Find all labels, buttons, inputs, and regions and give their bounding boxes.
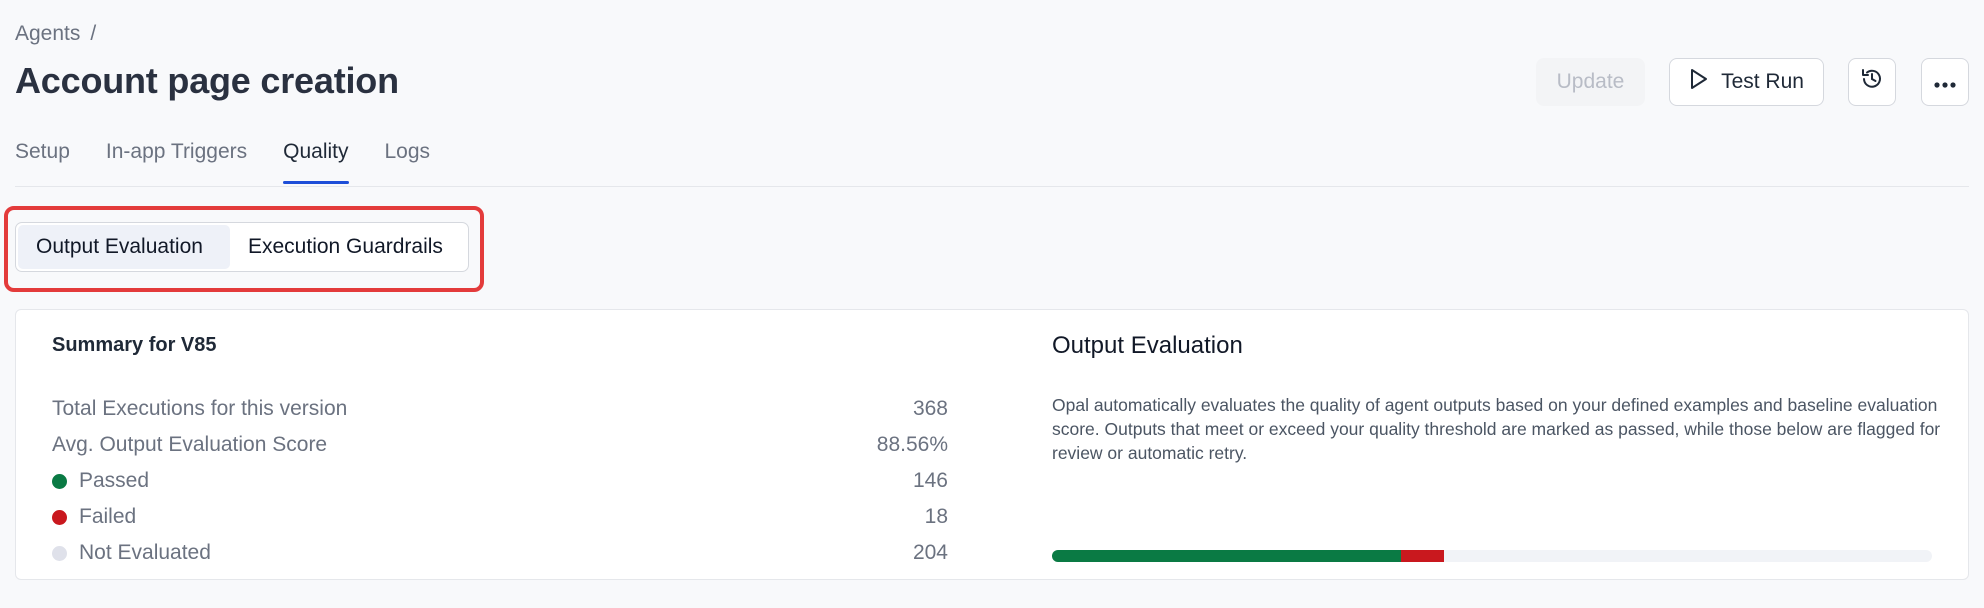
- subtab-execution-guardrails[interactable]: Execution Guardrails: [230, 225, 461, 269]
- stat-row-total-executions: Total Executions for this version 368: [52, 391, 948, 427]
- summary-stats: Total Executions for this version 368 Av…: [52, 391, 948, 571]
- stat-value: 368: [912, 397, 948, 420]
- stat-row-passed: Passed 146: [52, 463, 948, 499]
- breadcrumb: Agents /: [15, 22, 96, 46]
- evaluation-title: Output Evaluation: [1052, 332, 1243, 359]
- stat-row-failed: Failed 18: [52, 499, 948, 535]
- stat-label-failed: Failed: [52, 505, 136, 529]
- summary-title: Summary for V85: [52, 334, 217, 356]
- stat-label-text: Passed: [79, 469, 150, 492]
- stat-label: Total Executions for this version: [52, 397, 348, 420]
- play-icon: [1689, 68, 1709, 96]
- history-icon: [1859, 66, 1885, 98]
- more-icon: [1934, 70, 1956, 94]
- breadcrumb-agents-link[interactable]: Agents: [15, 22, 80, 46]
- test-run-button[interactable]: Test Run: [1669, 58, 1824, 106]
- main-tabs: Setup In-app Triggers Quality Logs: [15, 140, 430, 184]
- history-button[interactable]: [1848, 58, 1896, 106]
- progress-failed-segment: [1401, 550, 1445, 562]
- progress-passed-segment: [1052, 550, 1402, 562]
- evaluation-progress-bar: [1052, 550, 1932, 562]
- not-evaluated-dot-icon: [52, 545, 67, 561]
- more-options-button[interactable]: [1921, 58, 1969, 106]
- agent-quality-page: Agents / Account page creation Update Te…: [0, 0, 1984, 608]
- tabs-divider: [15, 186, 1969, 187]
- passed-dot-icon: [52, 473, 67, 489]
- evaluation-description: Opal automatically evaluates the quality…: [1052, 395, 1941, 463]
- tab-in-app-triggers[interactable]: In-app Triggers: [106, 140, 247, 184]
- test-run-label: Test Run: [1721, 70, 1804, 93]
- stat-value: 204: [912, 541, 948, 564]
- failed-dot-icon: [52, 509, 67, 525]
- summary-card: Summary for V85 Total Executions for thi…: [15, 309, 1969, 580]
- page-title: Account page creation: [15, 60, 399, 101]
- stat-value: 88.56%: [876, 433, 948, 456]
- stat-label-text: Failed: [79, 505, 137, 528]
- subtab-output-evaluation[interactable]: Output Evaluation: [18, 225, 230, 269]
- stat-label-not-evaluated: Not Evaluated: [52, 541, 211, 565]
- tab-setup[interactable]: Setup: [15, 140, 70, 184]
- stat-value: 146: [912, 469, 948, 492]
- tab-logs[interactable]: Logs: [385, 140, 431, 184]
- stat-label-text: Not Evaluated: [79, 541, 211, 564]
- breadcrumb-separator: /: [90, 22, 97, 45]
- stat-row-not-evaluated: Not Evaluated 204: [52, 535, 948, 571]
- stat-label-passed: Passed: [52, 469, 149, 493]
- update-button[interactable]: Update: [1536, 58, 1645, 106]
- stat-label: Avg. Output Evaluation Score: [52, 433, 328, 456]
- quality-subtabs: Output Evaluation Execution Guardrails: [15, 222, 469, 272]
- header-actions: Update Test Run: [1536, 58, 1969, 106]
- stat-value: 18: [924, 505, 948, 528]
- stat-row-avg-score: Avg. Output Evaluation Score 88.56%: [52, 427, 948, 463]
- tab-quality[interactable]: Quality: [283, 140, 349, 184]
